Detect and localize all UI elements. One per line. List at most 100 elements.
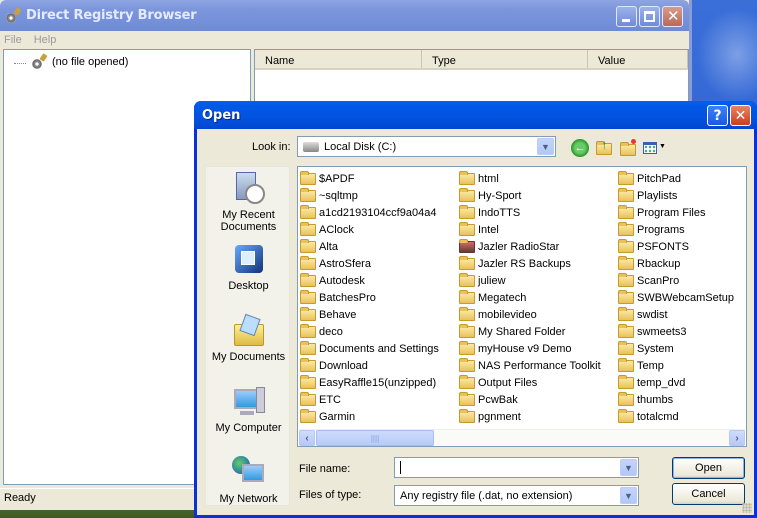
folder-item[interactable]: Hy-Sport	[459, 187, 601, 204]
place-my-computer[interactable]: My Computer	[206, 385, 291, 434]
place-desktop[interactable]: Desktop	[206, 243, 291, 292]
help-button[interactable]: ?	[707, 105, 728, 126]
folder-item[interactable]: totalcmd	[618, 408, 734, 425]
folder-item[interactable]: html	[459, 170, 601, 187]
dialog-close-button[interactable]: ✕	[730, 105, 751, 126]
folder-item[interactable]: Programs	[618, 221, 734, 238]
main-title-bar[interactable]: Direct Registry Browser ✕	[0, 0, 689, 31]
menu-file[interactable]: File	[4, 34, 22, 46]
folder-item[interactable]: Alta	[300, 238, 439, 255]
folder-icon	[459, 187, 475, 202]
folder-item[interactable]: My Shared Folder	[459, 323, 601, 340]
place-my-network[interactable]: My Network	[206, 456, 291, 505]
folder-icon	[459, 357, 475, 372]
folder-item[interactable]: PcwBak	[459, 391, 601, 408]
folder-item[interactable]: pgnment	[459, 408, 601, 425]
folder-item[interactable]: $APDF	[300, 170, 439, 187]
folder-item[interactable]: Program Files	[618, 204, 734, 221]
folder-item[interactable]: NAS Performance Toolkit	[459, 357, 601, 374]
tree-root-item[interactable]: (no file opened)	[14, 53, 128, 71]
folder-item[interactable]: swdist	[618, 306, 734, 323]
folder-item[interactable]: deco	[300, 323, 439, 340]
folder-item[interactable]: Jazler RadioStar	[459, 238, 601, 255]
folder-item[interactable]: PitchPad	[618, 170, 734, 187]
folder-icon	[300, 391, 316, 406]
place-my-documents[interactable]: My Documents	[206, 313, 291, 363]
folder-item[interactable]: swmeets3	[618, 323, 734, 340]
folder-item[interactable]: ~sqltmp	[300, 187, 439, 204]
file-name-input[interactable]: ▼	[394, 457, 639, 478]
folder-item[interactable]: SWBWebcamSetup	[618, 289, 734, 306]
folder-item[interactable]: temp_dvd	[618, 374, 734, 391]
file-list[interactable]: $APDF ~sqltmp a1cd2193104ccf9a04a4 AClock Al…	[297, 166, 747, 447]
folder-icon	[618, 289, 634, 304]
up-folder-icon[interactable]: ↑	[595, 137, 613, 157]
folder-item[interactable]: Autodesk	[300, 272, 439, 289]
folder-item[interactable]: BatchesPro	[300, 289, 439, 306]
file-type-dropdown[interactable]: Any registry file (.dat, no extension) ▼	[394, 485, 639, 506]
scroll-left-button[interactable]: ‹	[299, 430, 315, 446]
folder-item[interactable]: myHouse v9 Demo	[459, 340, 601, 357]
folder-item[interactable]: ETC	[300, 391, 439, 408]
folder-item[interactable]: Behave	[300, 306, 439, 323]
file-column: $APDF ~sqltmp a1cd2193104ccf9a04a4 AClock Al…	[300, 170, 439, 425]
folder-item[interactable]: Jazler RS Backups	[459, 255, 601, 272]
folder-item[interactable]: Output Files	[459, 374, 601, 391]
minimize-button[interactable]	[616, 6, 637, 27]
folder-item[interactable]: AClock	[300, 221, 439, 238]
dialog-title-bar[interactable]: Open	[194, 101, 757, 129]
new-star-icon	[631, 139, 636, 144]
resize-grip[interactable]	[742, 503, 752, 513]
folder-icon	[300, 340, 316, 355]
chevron-down-icon: ▼	[537, 138, 554, 155]
folder-item[interactable]: AstroSfera	[300, 255, 439, 272]
dialog-body: Look in: Local Disk (C:) ▼ ← ↑ ▼ My Rece…	[197, 129, 754, 515]
folder-item[interactable]: ScanPro	[618, 272, 734, 289]
open-button[interactable]: Open	[672, 457, 745, 479]
column-name[interactable]: Name	[255, 50, 422, 68]
back-icon[interactable]: ←	[571, 139, 589, 157]
folder-item[interactable]: Megatech	[459, 289, 601, 306]
folder-item[interactable]: Download	[300, 357, 439, 374]
folder-item[interactable]: Garmin	[300, 408, 439, 425]
chevron-down-icon: ▼	[620, 487, 637, 504]
folder-item[interactable]: IndoTTS	[459, 204, 601, 221]
new-folder-icon[interactable]	[619, 139, 637, 157]
folder-item[interactable]: PSFONTS	[618, 238, 734, 255]
views-menu-icon[interactable]: ▼	[643, 139, 666, 157]
folder-name: Behave	[319, 308, 357, 321]
close-button[interactable]: ✕	[662, 6, 683, 27]
place-recent-documents[interactable]: My Recent Documents	[206, 172, 291, 233]
chevron-down-icon[interactable]: ▼	[620, 459, 637, 476]
views-grid-icon	[643, 142, 657, 154]
folder-icon	[459, 323, 475, 338]
folder-item[interactable]: Rbackup	[618, 255, 734, 272]
folder-item[interactable]: Temp	[618, 357, 734, 374]
scroll-right-button[interactable]: ›	[729, 430, 745, 446]
place-label: My Documents	[211, 351, 286, 363]
folder-name: mobilevideo	[478, 308, 537, 321]
scroll-thumb[interactable]: ||||	[316, 430, 434, 446]
folder-name: swdist	[637, 308, 668, 321]
folder-name: Jazler RadioStar	[478, 240, 560, 253]
folder-icon	[618, 187, 634, 202]
folder-item[interactable]: thumbs	[618, 391, 734, 408]
folder-item[interactable]: Intel	[459, 221, 601, 238]
folder-name: Alta	[319, 240, 338, 253]
column-value[interactable]: Value	[588, 50, 688, 68]
folder-item[interactable]: Documents and Settings	[300, 340, 439, 357]
maximize-button[interactable]	[639, 6, 660, 27]
folder-item[interactable]: Playlists	[618, 187, 734, 204]
folder-icon	[620, 142, 636, 156]
menu-help[interactable]: Help	[34, 34, 57, 46]
cancel-button[interactable]: Cancel	[672, 483, 745, 505]
folder-item[interactable]: juliew	[459, 272, 601, 289]
folder-name: juliew	[478, 274, 506, 287]
folder-item[interactable]: EasyRaffle15(unzipped)	[300, 374, 439, 391]
column-type[interactable]: Type	[422, 50, 588, 68]
folder-item[interactable]: mobilevideo	[459, 306, 601, 323]
folder-item[interactable]: System	[618, 340, 734, 357]
folder-item[interactable]: a1cd2193104ccf9a04a4	[300, 204, 439, 221]
look-in-dropdown[interactable]: Local Disk (C:) ▼	[297, 136, 556, 157]
horizontal-scrollbar[interactable]: ‹ |||| ›	[299, 429, 745, 446]
